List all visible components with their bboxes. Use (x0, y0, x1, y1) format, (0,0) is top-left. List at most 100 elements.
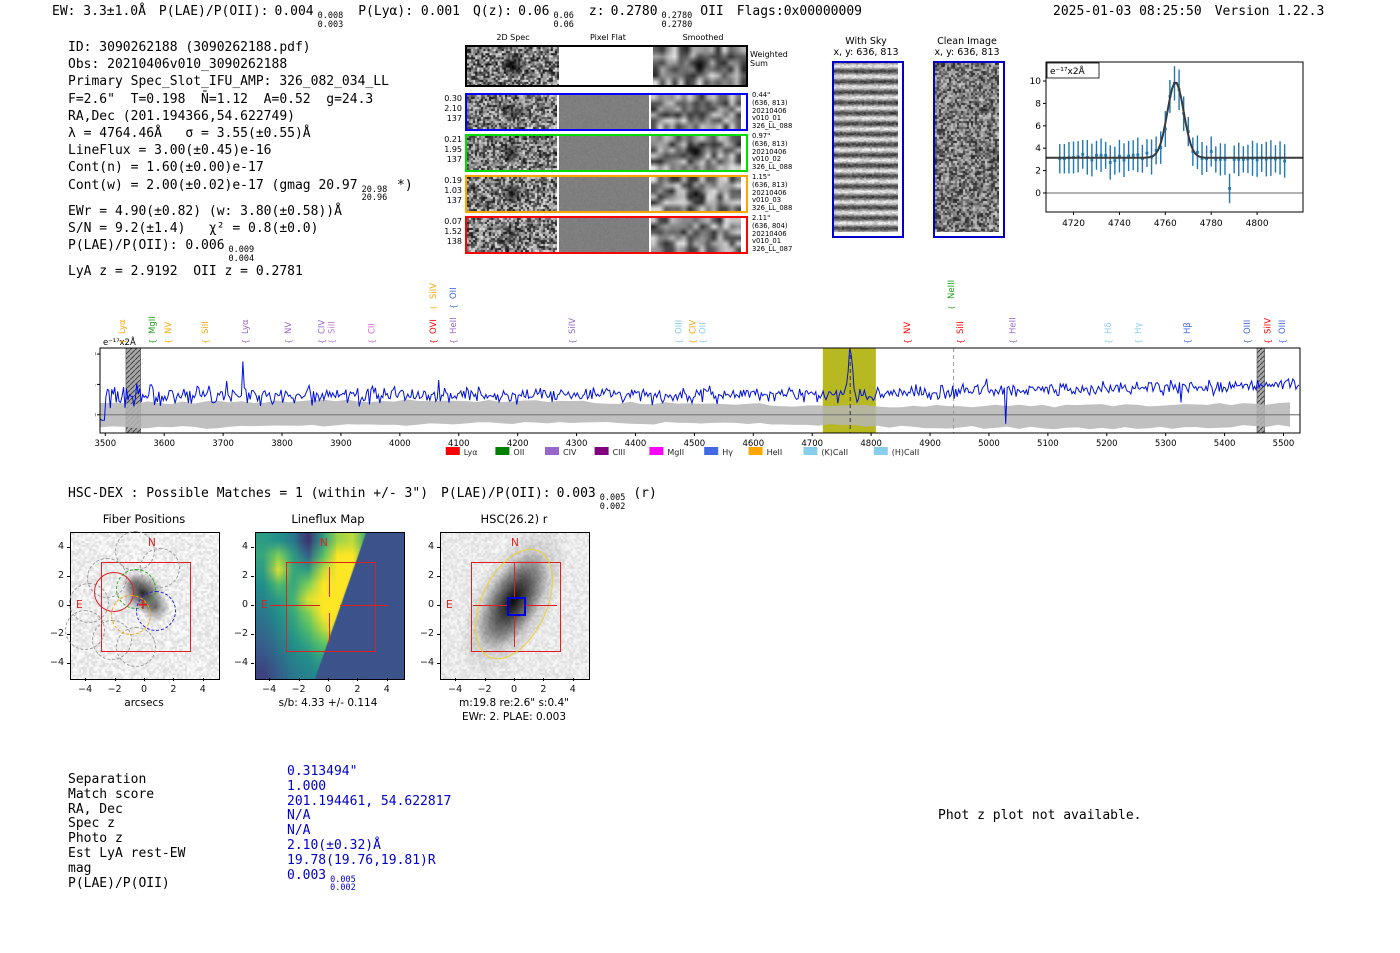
x-tick-label: 5100 (1037, 439, 1059, 449)
x-tick (328, 678, 329, 681)
match-field-value: N/A (287, 808, 311, 824)
y-tick-label: 0 (95, 411, 96, 421)
data-point (1283, 159, 1287, 163)
crosshair-v (329, 613, 330, 643)
match-field-label: Photo z (68, 831, 123, 847)
compass-n: N (511, 537, 519, 549)
match-field-value: 2.10(±0.32)Å (287, 837, 381, 853)
data-point (1104, 153, 1108, 157)
x-tick (114, 678, 116, 681)
line-label-bracket: { (118, 339, 127, 344)
z-label: z: (588, 4, 605, 19)
match-field-label: Separation (68, 772, 147, 787)
match-field-label: Est LyA rest-EW (68, 845, 186, 861)
cleanimage-coords: x, y: 636, 813 (934, 47, 1000, 58)
cutout-row-stats: 0.30 2.10 137 (444, 94, 462, 123)
info-line: Cont(w) = 2.00(±0.02)e-17 (gmag 20.97 20.… (68, 177, 413, 204)
x-tick-label: 4800 (1246, 219, 1269, 229)
cutout-row-meta: 2.11" (636, 804) 20210406 v010_01 326_LL_087 (752, 214, 793, 254)
y-tick (437, 575, 440, 577)
legend-swatch-mgii (649, 447, 664, 455)
elixer-report: EW: 3.3±1.0Å P(LAE)/P(OII): 0.004 0.008 0.00… (0, 0, 1400, 953)
line-label-oiii: OIII (1278, 320, 1288, 334)
x-tick-label: 4 (383, 684, 390, 695)
y-tick (251, 546, 254, 548)
line-label-bracket: { (429, 339, 438, 344)
line-label-siii: SiII (201, 321, 211, 334)
x-tick-label: 3500 (95, 439, 116, 449)
line-label-nv: NV (284, 322, 294, 334)
y-tick (251, 663, 254, 665)
ew-value: EW: 3.3±1.0Å (52, 4, 146, 19)
line-label-bracket: ( (947, 306, 956, 309)
weighted-sum-row (465, 45, 748, 87)
y-tick-label: 2 (57, 569, 64, 581)
data-point (1122, 158, 1126, 162)
data-point (1255, 158, 1259, 162)
line-label-bracket: { (201, 339, 210, 344)
y-tick-label: 10 (1030, 77, 1041, 87)
data-point (1090, 158, 1094, 162)
x-tick-label: 5000 (978, 439, 1000, 449)
x-tick-label: −2 (477, 684, 492, 695)
line-label-hγ: Hγ (1134, 323, 1144, 334)
crosshair-v (514, 563, 515, 597)
line-label-siiv: SiIV (1264, 318, 1274, 334)
x-tick-label: 0 (140, 684, 148, 695)
legend-label: (H)CaII (892, 448, 919, 457)
plya-value: P(Lyα): 0.001 (358, 4, 460, 19)
match-field-value: 1.000 (287, 778, 327, 794)
error-range: 0.009 0.004 (228, 245, 255, 264)
y-tick (251, 605, 254, 606)
info-line: Primary Spec_Slot_IFU_AMP: 326_082_034_L… (68, 74, 389, 90)
qz-label: Q(z): (472, 4, 513, 19)
data-point (1108, 161, 1112, 164)
x-tick-label: 4740 (1108, 219, 1131, 229)
fiber-positions-xlabel: arcsecs (124, 697, 164, 709)
x-tick-label: −4 (448, 684, 463, 695)
y-tick-label: 0 (57, 599, 64, 610)
qz-value: 0.06 (518, 4, 550, 19)
info-line: P(LAE)/P(OII): 0.006 0.009 0.004 (68, 238, 255, 264)
data-point (1196, 150, 1199, 154)
line-label-siiv: SiIV (429, 283, 439, 299)
line-label-bracket: { (956, 339, 965, 344)
line-label-bracket: { (148, 339, 157, 344)
cutout-row (465, 134, 748, 172)
legend-label: MgII (667, 448, 684, 457)
y-tick-label: −4 (233, 657, 248, 669)
match-field-label: Match score (68, 786, 155, 802)
z-error-range: 0.2780 0.2780 (661, 11, 693, 30)
main-spectrum-plot: 3500 3600 3700 3800 3900 4000 4100 4200 4300 4400… (95, 280, 1301, 457)
match-field-value: N/A (287, 823, 311, 839)
data-point (1099, 153, 1103, 157)
target-cross: + (137, 597, 149, 613)
line-label-bracket: { (328, 339, 337, 344)
x-tick-label: −4 (78, 684, 93, 695)
line-label-cii: CII (368, 323, 378, 334)
lineflux-map-panel: NE (255, 532, 405, 680)
y-tick (437, 546, 440, 548)
crosshair-v (329, 567, 330, 597)
hsc-plae-error-range: 0.005 0.002 (599, 493, 626, 512)
y-tick (67, 605, 70, 606)
line-label-bracket: { (449, 304, 458, 309)
z-value: 0.2780 (610, 4, 658, 19)
y-tick-label: 0 (427, 599, 434, 610)
legend-swatch-(k)caii (803, 447, 818, 455)
line-label-mgii: MgII (148, 316, 158, 334)
legend-label: CIII (613, 448, 626, 457)
line-label-civ: CIV (318, 320, 328, 334)
y-tick-label: 0 (241, 599, 248, 610)
info-line: Obs: 20210406v010_3090262188 (68, 57, 288, 73)
x-tick-label: 0 (324, 684, 332, 695)
info-line: Cont(n) = 1.60(±0.00)e-17 (68, 160, 264, 176)
y-tick-label: 2 (427, 569, 434, 581)
cutout-row-stats: 0.21 1.95 137 (444, 135, 462, 164)
match-field-value: 19.78(19.76,19.81)R (287, 852, 436, 868)
y-tick-label: −2 (419, 628, 434, 640)
x-tick-label: 4900 (919, 439, 941, 449)
match-field-label: Spec z (68, 816, 115, 832)
match-field-label: P(LAE)/P(OII) (68, 875, 170, 891)
z-type: OII (700, 4, 724, 19)
